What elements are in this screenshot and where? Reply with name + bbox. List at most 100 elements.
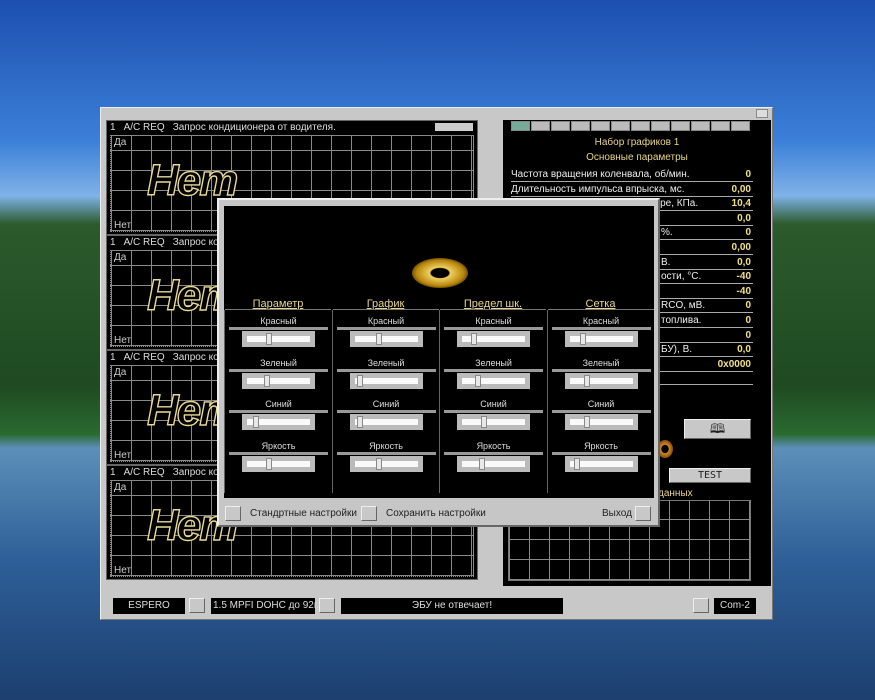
car-select-button[interactable] — [189, 598, 205, 613]
color-slider-group: Синий — [229, 399, 328, 430]
chart-bottom-label: Нет — [114, 335, 132, 346]
minimize-button[interactable] — [756, 109, 768, 118]
color-slider[interactable] — [457, 455, 530, 472]
slider-thumb[interactable] — [265, 333, 272, 345]
parameter-value: 10,4 — [731, 198, 751, 210]
color-slider[interactable] — [564, 414, 638, 430]
exit-label[interactable]: Выход — [602, 507, 632, 521]
chart-top-label: Да — [114, 137, 127, 148]
parameter-label: Частота вращения коленвала, об/мин. — [511, 169, 690, 180]
chart-number: 1 — [110, 237, 116, 248]
slider-label: Синий — [587, 399, 615, 409]
color-slider[interactable] — [564, 455, 638, 472]
tab[interactable] — [571, 121, 590, 131]
slider-label: Зеленый — [582, 357, 620, 368]
tab[interactable] — [551, 121, 570, 131]
color-slider[interactable] — [349, 372, 423, 389]
book-icon: 🕮 — [709, 421, 726, 436]
save-settings-label[interactable]: Сохранить настройки — [386, 507, 486, 521]
default-settings-button[interactable] — [225, 506, 241, 521]
tab[interactable] — [611, 121, 630, 131]
slider-thumb[interactable] — [252, 416, 259, 428]
tab[interactable] — [531, 121, 550, 131]
parameter-value: 0,00 — [731, 242, 751, 253]
chart-bottom-label: Нет — [114, 220, 132, 231]
color-slider-group: Зеленый — [444, 358, 543, 389]
slider-thumb[interactable] — [470, 333, 477, 345]
chart-number: 1 — [110, 467, 116, 478]
slider-thumb[interactable] — [356, 374, 363, 387]
slider-label: Зеленый — [475, 357, 512, 368]
chart-options-button[interactable] — [435, 123, 473, 131]
slider-thumb[interactable] — [375, 457, 382, 470]
slider-thumb[interactable] — [474, 374, 481, 387]
color-slider-group: Яркость — [229, 441, 328, 472]
color-slider-group: Красный — [444, 316, 543, 347]
slider-thumb[interactable] — [579, 333, 586, 345]
slider-thumb[interactable] — [265, 457, 272, 470]
parameter-value: -40 — [736, 285, 751, 297]
color-slider[interactable] — [242, 414, 315, 430]
slider-thumb[interactable] — [375, 333, 382, 345]
color-slider[interactable] — [349, 414, 423, 430]
chart-set-title: Набор графиков 1 — [594, 137, 680, 148]
exit-button[interactable] — [635, 506, 651, 521]
slider-thumb[interactable] — [583, 416, 590, 428]
save-settings-button[interactable] — [361, 506, 377, 521]
tab[interactable] — [671, 121, 690, 131]
data-group-label: данных — [658, 488, 693, 499]
tab[interactable] — [631, 121, 650, 131]
engine-select-button[interactable] — [319, 598, 335, 613]
chart-code: A/C REQ — [123, 467, 165, 478]
slider-thumb[interactable] — [574, 457, 581, 470]
parameter-value: 0x0000 — [717, 358, 751, 370]
test-button[interactable]: TEST — [669, 468, 751, 483]
color-slider[interactable] — [242, 372, 315, 389]
color-slider[interactable] — [457, 331, 530, 347]
slider-thumb[interactable] — [479, 457, 486, 470]
slider-label: Красный — [260, 316, 297, 326]
tab[interactable] — [651, 121, 670, 131]
color-slider[interactable] — [349, 331, 423, 347]
slider-label: Яркость — [261, 440, 296, 451]
slider-label: Синий — [480, 399, 507, 409]
slider-thumb[interactable] — [583, 374, 590, 387]
slider-label: Яркость — [476, 440, 511, 451]
color-slider-group: Красный — [336, 316, 436, 347]
color-slider[interactable] — [457, 414, 530, 430]
slider-thumb[interactable] — [356, 416, 363, 428]
chart-set-tabs[interactable] — [511, 121, 751, 131]
chart-number: 1 — [110, 352, 116, 363]
tab[interactable] — [591, 121, 610, 131]
parameter-value: 0 — [745, 227, 751, 239]
parameter-value: 0,00 — [731, 183, 751, 195]
color-slider[interactable] — [457, 372, 530, 389]
color-slider-group: Яркость — [551, 441, 651, 472]
chart-header: 1 A/C REQ Запрос кондиционера от водителя. — [107, 121, 477, 134]
color-slider[interactable] — [242, 331, 315, 347]
chart-number: 1 — [110, 122, 116, 133]
color-slider[interactable] — [564, 331, 638, 347]
port-select-button[interactable] — [693, 598, 709, 613]
slider-thumb[interactable] — [480, 416, 487, 428]
tab[interactable] — [691, 121, 710, 131]
settings-area: Параметр Красный Зеленый Синий Яркость График… — [224, 206, 654, 498]
book-button[interactable]: 🕮 — [684, 419, 751, 439]
color-slider[interactable] — [349, 455, 423, 472]
color-slider-group: Синий — [336, 399, 436, 430]
tab[interactable] — [731, 121, 750, 131]
tab[interactable] — [511, 121, 530, 131]
slider-thumb[interactable] — [264, 374, 271, 387]
default-settings-label[interactable]: Стандртные настройки — [250, 507, 357, 521]
chart-code: A/C REQ — [123, 122, 165, 133]
slider-label: Красный — [582, 316, 620, 326]
color-slider[interactable] — [564, 372, 638, 389]
status-message: ЭБУ не отвечает! — [341, 598, 563, 614]
parameter-row: Частота вращения коленвала, об/мин. 0 — [511, 168, 753, 182]
tab[interactable] — [711, 121, 730, 131]
slider-label: Зеленый — [260, 357, 297, 368]
daewoo-logo — [412, 258, 468, 288]
slider-label: Синий — [372, 399, 400, 409]
color-slider-group: Яркость — [336, 441, 436, 472]
color-slider[interactable] — [242, 455, 315, 472]
